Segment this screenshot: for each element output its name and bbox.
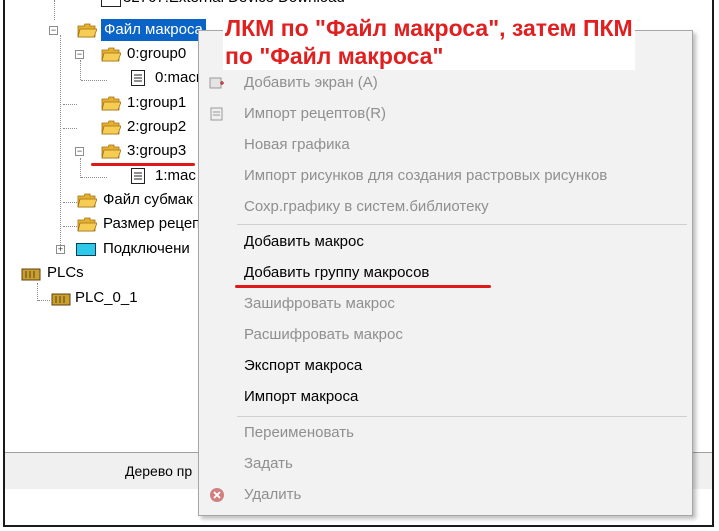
tree-line <box>81 177 107 178</box>
collapse-toggle-icon[interactable]: − <box>75 147 84 156</box>
tree-line <box>63 226 77 227</box>
menu-item-add-macro-group[interactable]: Добавить группу макросов <box>199 257 692 288</box>
collapse-toggle-icon[interactable]: − <box>75 50 84 59</box>
menu-item-decrypt-macro[interactable]: Расшифровать макрос <box>199 319 692 350</box>
open-folder-icon <box>77 23 97 38</box>
tree-line <box>80 158 81 178</box>
tree-line <box>63 104 77 105</box>
menu-item-import-images[interactable]: Импорт рисунков для создания растровых р… <box>199 160 692 191</box>
connection-icon <box>76 243 96 256</box>
add-screen-icon <box>209 77 224 89</box>
annotation-underline-group3 <box>91 163 195 166</box>
macro-file-icon <box>131 168 145 184</box>
menu-item-set[interactable]: Задать <box>199 448 692 479</box>
plc-group-icon <box>21 268 41 281</box>
menu-item-encrypt-macro[interactable]: Зашифровать макрос <box>199 288 692 319</box>
menu-item-add-macro[interactable]: Добавить макрос <box>199 226 692 257</box>
instruction-annotation: ЛКМ по "Файл макроса", затем ПКМ по "Фай… <box>223 14 635 70</box>
tree-line <box>81 80 107 81</box>
tree-line <box>38 300 50 301</box>
open-folder-icon <box>77 193 97 208</box>
menu-item-delete[interactable]: Удалить <box>199 479 692 510</box>
menu-item-rename[interactable]: Переименовать <box>199 417 692 448</box>
menu-item-import-macro[interactable]: Импорт макроса <box>199 381 692 412</box>
import-recipe-icon <box>210 107 223 121</box>
collapse-toggle-icon[interactable]: − <box>49 26 58 35</box>
tab-project-tree[interactable]: Дерево пр <box>125 463 192 479</box>
plc-icon <box>51 293 71 306</box>
context-menu: Добавить экран (A) Импорт рецептов(R) Но… <box>198 30 693 516</box>
tree-line <box>63 128 77 129</box>
device-icon <box>101 0 121 7</box>
tree-line <box>37 283 38 301</box>
tree-line <box>54 0 55 20</box>
tree-line <box>63 202 77 203</box>
annotation-underline-add-group <box>235 285 491 288</box>
open-folder-icon <box>101 120 121 135</box>
open-folder-icon <box>101 47 121 62</box>
menu-item-add-screen[interactable]: Добавить экран (A) <box>199 67 692 98</box>
delete-icon <box>210 488 224 502</box>
menu-item-import-recipes[interactable]: Импорт рецептов(R) <box>199 98 692 129</box>
open-folder-icon <box>101 144 121 159</box>
menu-separator <box>237 224 687 225</box>
menu-item-save-graphics-library[interactable]: Сохр.графику в систем.библиотеку <box>199 191 692 222</box>
tree-line <box>80 60 81 80</box>
menu-item-new-graphics[interactable]: Новая графика <box>199 129 692 160</box>
tree-line <box>60 35 61 251</box>
macro-file-icon <box>131 70 145 86</box>
annotation-line-2: по "Файл макроса" <box>225 43 444 69</box>
menu-item-export-macro[interactable]: Экспорт макроса <box>199 350 692 381</box>
open-folder-icon <box>77 217 97 232</box>
annotation-line-1: ЛКМ по "Файл макроса", затем ПКМ <box>225 15 633 41</box>
open-folder-icon <box>101 96 121 111</box>
expand-toggle-icon[interactable]: + <box>56 245 65 254</box>
